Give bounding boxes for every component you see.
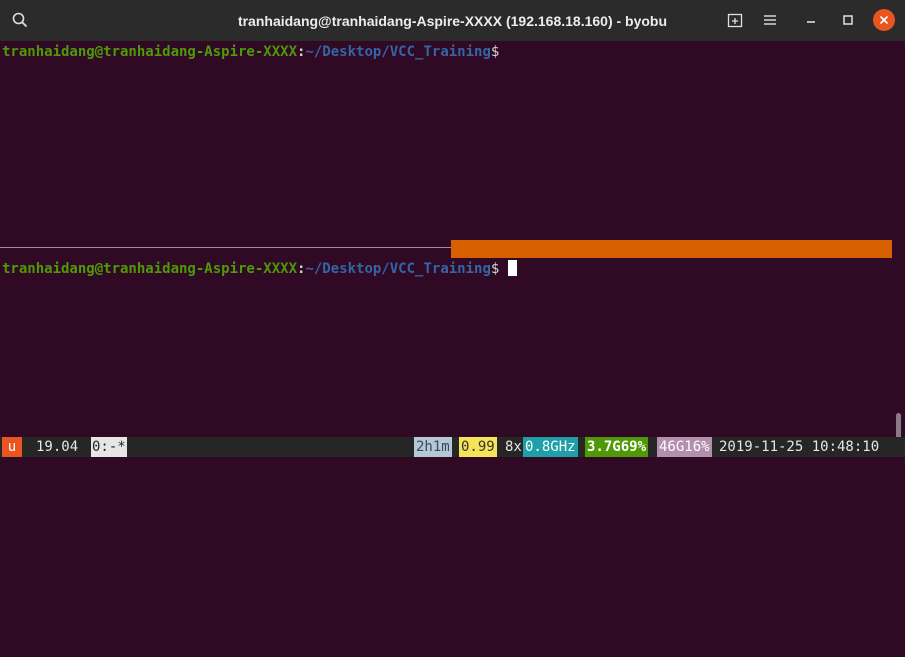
close-icon — [879, 15, 889, 25]
search-icon — [12, 12, 28, 28]
cpu-frequency: 0.8GHz — [523, 437, 578, 457]
cpu-count: 8x — [505, 439, 522, 455]
window-titlebar[interactable]: tranhaidang@tranhaidang-Aspire-XXXX (192… — [0, 0, 905, 41]
top-pane-prompt[interactable]: tranhaidang@tranhaidang-Aspire-XXXX:~/De… — [2, 43, 499, 61]
menu-button[interactable] — [756, 6, 784, 34]
distro-logo: u — [2, 437, 22, 457]
new-tab-icon — [727, 13, 743, 28]
minimize-icon — [807, 21, 815, 23]
search-button[interactable] — [6, 6, 34, 34]
maximize-button[interactable] — [834, 6, 862, 34]
prompt-symbol: $ — [490, 44, 500, 60]
prompt-user-host: tranhaidang@tranhaidang-Aspire-XXXX — [2, 44, 298, 60]
terminal-cursor — [508, 260, 518, 276]
prompt-path: ~/Desktop/VCC_Training — [305, 44, 491, 60]
new-tab-button[interactable] — [721, 6, 749, 34]
maximize-icon — [843, 15, 853, 25]
memory-usage: 3.7G69% — [585, 437, 649, 457]
uptime-indicator: 2h1m — [414, 437, 452, 457]
byobu-status-bar: u 19.04 0:-* 2h1m 0.99 8x 0.8GHz 3.7G69%… — [0, 437, 905, 457]
bottom-pane-prompt[interactable]: tranhaidang@tranhaidang-Aspire-XXXX:~/De… — [2, 260, 518, 278]
close-button[interactable] — [873, 9, 895, 31]
prompt-user-host: tranhaidang@tranhaidang-Aspire-XXXX — [2, 261, 298, 277]
pane-divider[interactable] — [0, 247, 451, 248]
disk-usage: 46G16% — [657, 437, 712, 457]
minimize-button[interactable] — [797, 6, 825, 34]
hamburger-menu-icon — [764, 15, 776, 25]
prompt-symbol: $ — [490, 261, 500, 277]
window-list-item[interactable]: 0:-* — [91, 437, 127, 457]
load-average: 0.99 — [459, 437, 497, 457]
release-version: 19.04 — [36, 439, 79, 455]
date-time: 2019-11-25 10:48:10 — [719, 439, 880, 455]
prompt-path: ~/Desktop/VCC_Training — [305, 261, 491, 277]
active-pane-indicator — [451, 240, 892, 258]
